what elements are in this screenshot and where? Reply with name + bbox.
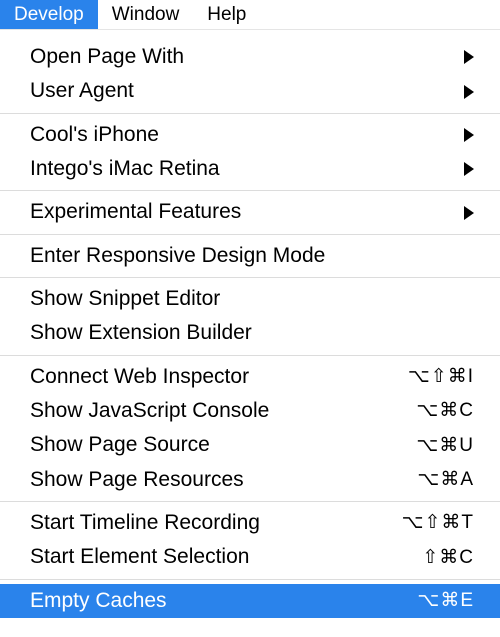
menu-group: Connect Web Inspector ⌥⇧⌘I Show JavaScri…: [0, 355, 500, 501]
submenu-arrow-icon: [464, 162, 474, 176]
menu-item-label: User Agent: [30, 77, 134, 105]
menu-item-label: Start Element Selection: [30, 543, 249, 571]
menu-group: Open Page With User Agent: [0, 30, 500, 113]
menu-item-label: Connect Web Inspector: [30, 363, 249, 391]
menubar-item-window[interactable]: Window: [98, 0, 194, 29]
menu-group: Show Snippet Editor Show Extension Build…: [0, 277, 500, 355]
menu-group: Experimental Features: [0, 190, 500, 233]
menu-item-label: Show Snippet Editor: [30, 285, 220, 313]
menubar-item-develop[interactable]: Develop: [0, 0, 98, 29]
menu-item-show-page-resources[interactable]: Show Page Resources ⌥⌘A: [0, 463, 500, 497]
menu-item-shortcut: ⌥⌘C: [416, 398, 474, 424]
submenu-arrow-icon: [464, 85, 474, 99]
menu-group: Enter Responsive Design Mode: [0, 234, 500, 277]
menu-item-label: Start Timeline Recording: [30, 509, 260, 537]
menu-group: Empty Caches ⌥⌘E: [0, 579, 500, 622]
submenu-arrow-icon: [464, 128, 474, 142]
menu-item-show-snippet-editor[interactable]: Show Snippet Editor: [0, 282, 500, 316]
menu-item-show-page-source[interactable]: Show Page Source ⌥⌘U: [0, 428, 500, 462]
menu-item-enter-responsive-design-mode[interactable]: Enter Responsive Design Mode: [0, 239, 500, 273]
menu-item-label: Intego's iMac Retina: [30, 155, 220, 183]
menubar: Develop Window Help: [0, 0, 500, 30]
menu-item-label: Empty Caches: [30, 587, 167, 615]
menu-item-shortcut: ⇧⌘C: [422, 545, 474, 571]
menu-item-shortcut: ⌥⌘U: [416, 433, 474, 459]
menu-item-shortcut: ⌥⇧⌘T: [402, 510, 474, 536]
menu-item-start-element-selection[interactable]: Start Element Selection ⇧⌘C: [0, 540, 500, 574]
menu-item-label: Show JavaScript Console: [30, 397, 269, 425]
menu-item-open-page-with[interactable]: Open Page With: [0, 40, 500, 74]
submenu-arrow-icon: [464, 206, 474, 220]
menu-item-integos-imac-retina[interactable]: Intego's iMac Retina: [0, 152, 500, 186]
menu-item-label: Cool's iPhone: [30, 121, 159, 149]
menu-item-cools-iphone[interactable]: Cool's iPhone: [0, 118, 500, 152]
menu-item-empty-caches[interactable]: Empty Caches ⌥⌘E: [0, 584, 500, 618]
menu-item-label: Experimental Features: [30, 198, 241, 226]
menu-item-connect-web-inspector[interactable]: Connect Web Inspector ⌥⇧⌘I: [0, 360, 500, 394]
menu-item-label: Show Page Source: [30, 431, 210, 459]
menu-item-show-extension-builder[interactable]: Show Extension Builder: [0, 316, 500, 350]
menu-group: Start Timeline Recording ⌥⇧⌘T Start Elem…: [0, 501, 500, 579]
menu-group: Cool's iPhone Intego's iMac Retina: [0, 113, 500, 191]
menubar-item-help[interactable]: Help: [193, 0, 260, 29]
menu-item-start-timeline-recording[interactable]: Start Timeline Recording ⌥⇧⌘T: [0, 506, 500, 540]
menu-item-shortcut: ⌥⌘A: [417, 467, 474, 493]
menu-item-label: Enter Responsive Design Mode: [30, 242, 325, 270]
menu-item-user-agent[interactable]: User Agent: [0, 74, 500, 108]
menu-item-label: Show Page Resources: [30, 466, 244, 494]
menu-item-label: Show Extension Builder: [30, 319, 252, 347]
menu-item-experimental-features[interactable]: Experimental Features: [0, 195, 500, 229]
menu-item-label: Open Page With: [30, 43, 184, 71]
develop-dropdown: Open Page With User Agent Cool's iPhone …: [0, 30, 500, 622]
menu-item-shortcut: ⌥⌘E: [417, 588, 474, 614]
menu-item-shortcut: ⌥⇧⌘I: [408, 364, 474, 390]
submenu-arrow-icon: [464, 50, 474, 64]
menu-item-show-javascript-console[interactable]: Show JavaScript Console ⌥⌘C: [0, 394, 500, 428]
